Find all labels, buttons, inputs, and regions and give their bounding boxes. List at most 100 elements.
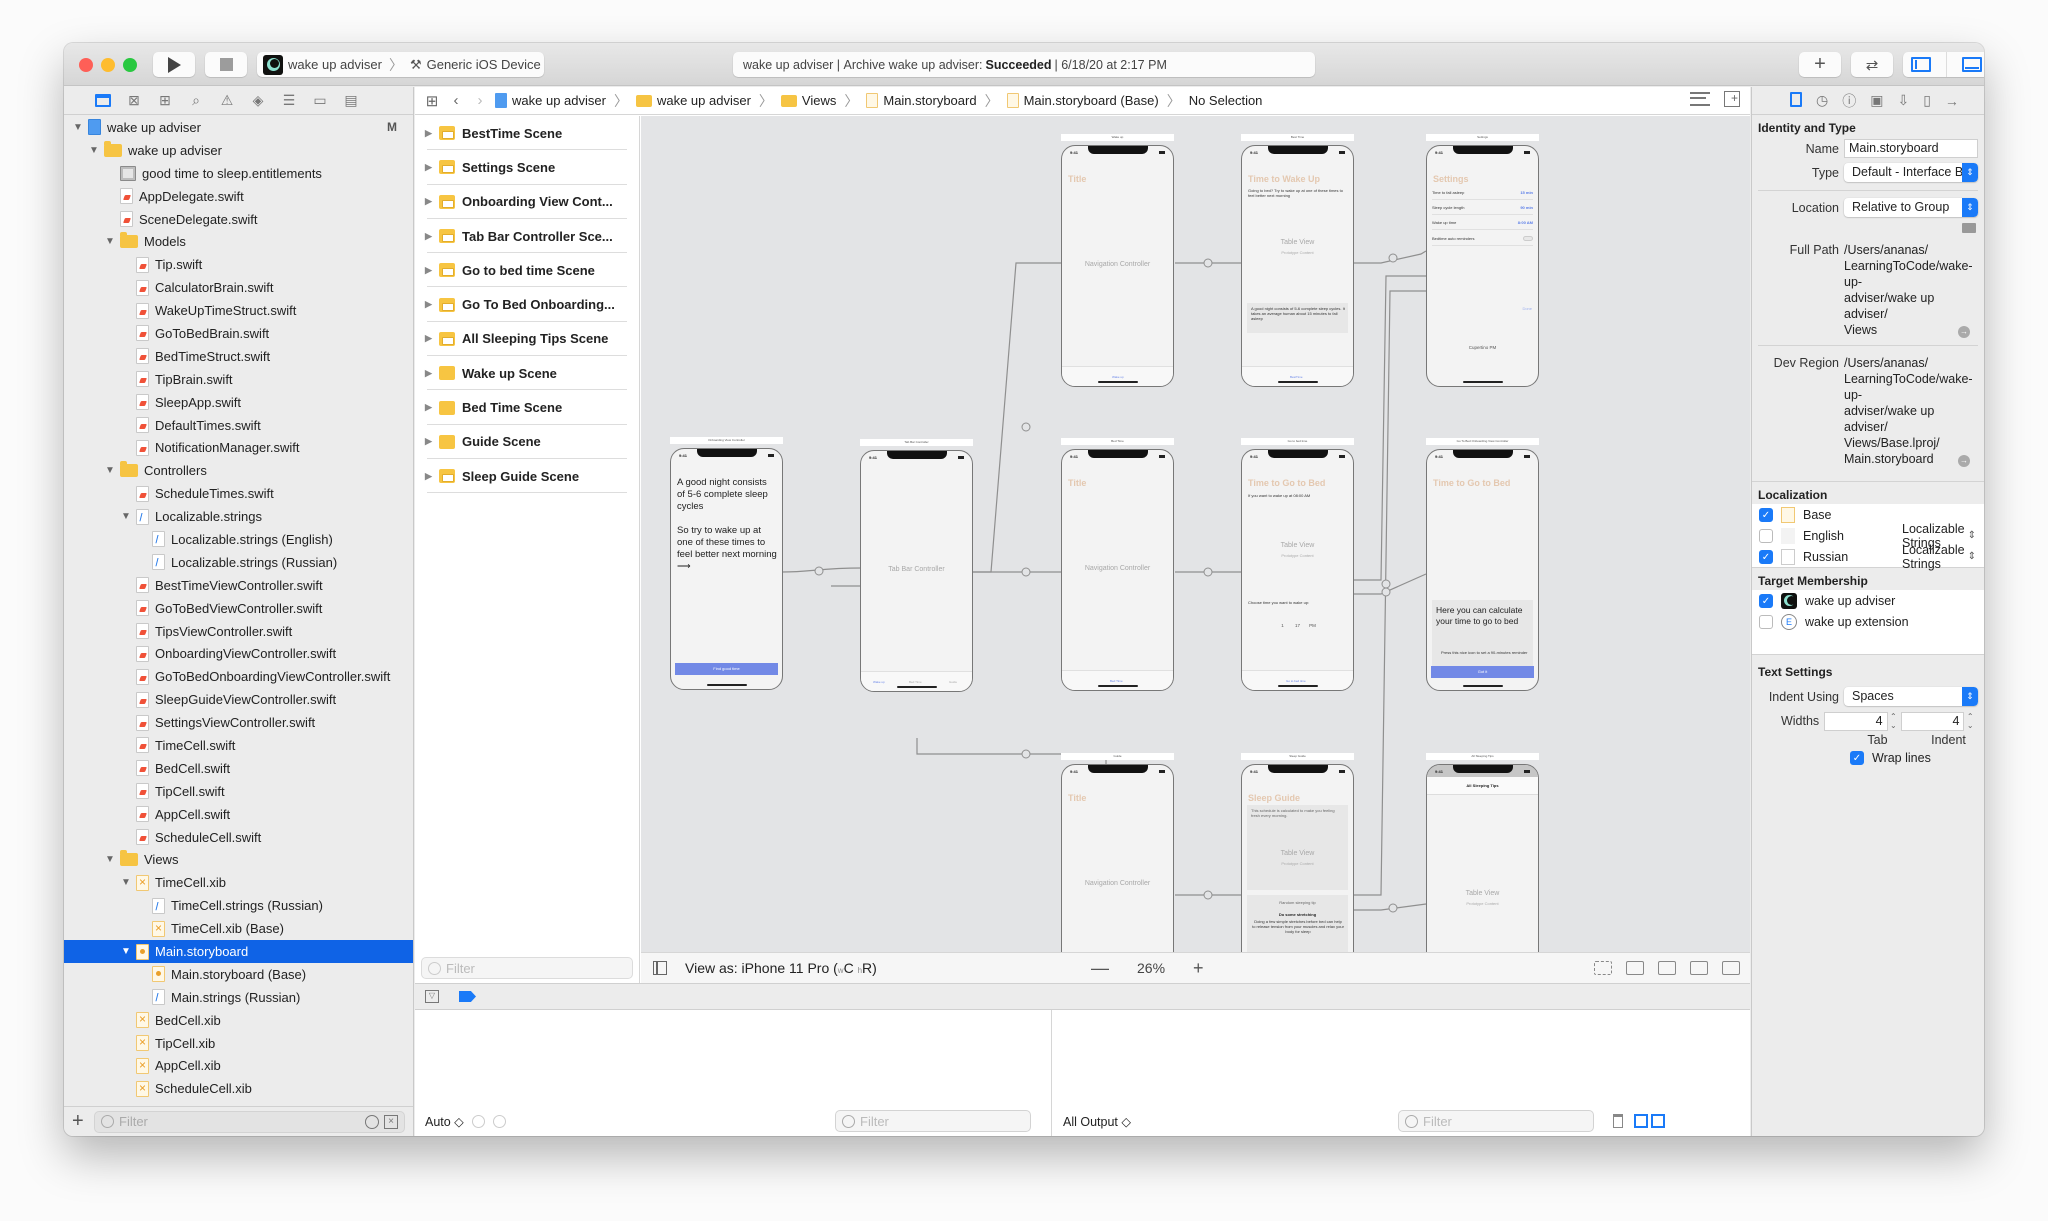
add-editor-pane-icon[interactable]: + (1724, 91, 1740, 107)
tree-file[interactable]: ▼OnboardingViewController.swift (64, 642, 413, 665)
disclosure-triangle-icon[interactable]: ▶ (425, 231, 439, 242)
segue-icon[interactable] (1381, 587, 1391, 597)
outline-scene-item[interactable]: ▶ All Sleeping Tips Scene (415, 322, 639, 357)
issue-navigator-tab[interactable]: ⚠ (218, 92, 236, 110)
stop-button[interactable] (205, 52, 247, 77)
hide-debug-area-icon[interactable]: ▽ (425, 990, 439, 1003)
tree-file[interactable]: ▼GoToBedBrain.swift (64, 322, 413, 345)
info-icon[interactable] (492, 1114, 506, 1128)
outline-scene-item[interactable]: ▶ Go to bed time Scene (415, 253, 639, 288)
outline-scene-item[interactable]: ▶ Settings Scene (415, 150, 639, 185)
embed-in-stack-icon[interactable] (1626, 961, 1644, 975)
tree-file[interactable]: ▼CalculatorBrain.swift (64, 276, 413, 299)
outline-scene-item[interactable]: ▶ BestTime Scene (415, 116, 639, 151)
breakpoint-navigator-tab[interactable]: ▭ (311, 92, 329, 110)
breakpoints-toggle-icon[interactable] (459, 991, 476, 1002)
disclosure-triangle-icon[interactable]: ▶ (425, 265, 439, 276)
segue-icon[interactable] (1203, 890, 1213, 900)
variables-filter-input[interactable]: Filter (835, 1110, 1031, 1132)
tree-file[interactable]: ▼Main.strings (Russian) (64, 986, 413, 1009)
console-output-popup[interactable]: All Output ◇ (1063, 1114, 1131, 1129)
tree-file[interactable]: ▼ wake up adviser M (64, 116, 413, 139)
tree-file[interactable]: ▼SceneDelegate.swift (64, 208, 413, 231)
indent-using-popup[interactable]: Spaces ⇕ (1844, 687, 1978, 706)
tree-file[interactable]: ▼BedTimeStruct.swift (64, 345, 413, 368)
zoom-in-button[interactable]: + (1193, 958, 1204, 979)
reveal-in-finder-icon[interactable]: → (1958, 326, 1970, 338)
history-inspector-tab[interactable]: ◷ (1816, 92, 1828, 109)
outline-scene-item[interactable]: ▶ Bed Time Scene (415, 390, 639, 425)
size-inspector-tab[interactable]: ▯ (1923, 92, 1931, 109)
outline-scene-item[interactable]: ▶ Guide Scene (415, 425, 639, 460)
navigator-filter-input[interactable]: Filter × (94, 1110, 405, 1133)
quick-help-tab[interactable]: ⓘ (1842, 91, 1856, 111)
outline-scene-item[interactable]: ▶ Tab Bar Controller Sce... (415, 219, 639, 254)
show-variables-icon[interactable] (1634, 1114, 1648, 1128)
minimize-window-button[interactable] (101, 58, 115, 72)
source-control-tab[interactable]: ⊠ (125, 92, 143, 110)
breadcrumb-group[interactable]: wake up adviser (635, 93, 751, 108)
disclosure-triangle-icon[interactable]: ▶ (425, 436, 439, 447)
view-as-device-button[interactable]: View as: iPhone 11 Pro (wC hR) (685, 960, 877, 976)
disclosure-triangle-icon[interactable]: ▼ (88, 145, 100, 156)
attributes-inspector-tab[interactable]: ⇩ (1897, 92, 1909, 109)
tree-file[interactable]: ▼BedCell.xib (64, 1009, 413, 1032)
clear-console-icon[interactable] (1613, 1114, 1623, 1128)
tree-file[interactable]: ▼TipCell.swift (64, 780, 413, 803)
resolve-autolayout-icon[interactable] (1722, 961, 1740, 975)
breadcrumb-selection[interactable]: No Selection (1189, 93, 1263, 108)
scene-guide-nav[interactable]: Guide 9:41 Title Navigation Controller (1061, 753, 1174, 952)
segue-icon[interactable] (1021, 422, 1031, 432)
disclosure-triangle-icon[interactable]: ▶ (425, 299, 439, 310)
scene-all-sleeping-tips[interactable]: All Sleeping Tips 9:41 All Sleeping Tips… (1426, 753, 1539, 952)
scene-sleep-guide[interactable]: Sleep Guide 9:41 Sleep Guide This schedu… (1241, 753, 1354, 952)
report-navigator-tab[interactable]: ▤ (342, 92, 360, 110)
disclosure-triangle-icon[interactable]: ▼ (120, 511, 132, 522)
scheme-selector[interactable]: wake up adviser 〉 ⚒ Generic iOS Device (257, 52, 544, 77)
tree-file[interactable]: ▼Main.storyboard (Base) (64, 963, 413, 986)
close-window-button[interactable] (79, 58, 93, 72)
localization-checkbox[interactable]: ✓ (1759, 549, 1773, 564)
scene-wake-up-nav[interactable]: Wake up 9:41 Title Navigation Controller… (1061, 134, 1174, 387)
disclosure-triangle-icon[interactable]: ▶ (425, 471, 439, 482)
related-items-icon[interactable]: ⊞ (423, 92, 441, 110)
reveal-in-finder-icon[interactable]: → (1958, 455, 1970, 467)
tree-file[interactable]: ▼good time to sleep.entitlements (64, 162, 413, 185)
storyboard-canvas[interactable]: Onboarding View Controller 9:41 A good n… (641, 116, 1750, 952)
tree-file[interactable]: ▼TipsViewController.swift (64, 620, 413, 643)
scene-onboarding[interactable]: Onboarding View Controller 9:41 A good n… (670, 437, 783, 690)
scene-go-to-bed-onboarding[interactable]: Go To Bed Onboarding View Controller 9:4… (1426, 438, 1539, 691)
tree-group[interactable]: ▼ wake up adviser (64, 139, 413, 162)
tree-group[interactable]: ▼ Views (64, 849, 413, 872)
disclosure-triangle-icon[interactable]: ▶ (425, 402, 439, 413)
tree-file[interactable]: ▼TimeCell.strings (Russian) (64, 894, 413, 917)
toggle-debug-area-icon[interactable] (1962, 57, 1983, 72)
outline-scene-item[interactable]: ▶ Go To Bed Onboarding... (415, 287, 639, 323)
update-frames-icon[interactable] (1594, 961, 1612, 975)
back-button[interactable]: ‹ (447, 92, 465, 109)
disclosure-triangle-icon[interactable]: ▼ (104, 465, 116, 476)
run-button[interactable] (153, 52, 195, 77)
disclosure-triangle-icon[interactable]: ▼ (72, 122, 84, 133)
tree-file[interactable]: ▼ TimeCell.xib (64, 871, 413, 894)
tree-file[interactable]: ▼ Localizable.strings (64, 505, 413, 528)
disclosure-triangle-icon[interactable]: ▼ (104, 854, 116, 865)
disclosure-triangle-icon[interactable]: ▶ (425, 128, 439, 139)
tree-file[interactable]: ▼AppCell.xib (64, 1055, 413, 1078)
scheme-name[interactable]: wake up adviser (288, 57, 382, 72)
tree-group[interactable]: ▼ Controllers (64, 459, 413, 482)
breadcrumb-storyboard-base[interactable]: Main.storyboard (Base) (1006, 93, 1159, 108)
segue-icon[interactable] (1388, 253, 1398, 263)
disclosure-triangle-icon[interactable]: ▶ (425, 162, 439, 173)
tree-file[interactable]: ▼ScheduleTimes.swift (64, 482, 413, 505)
breadcrumb-storyboard[interactable]: Main.storyboard (866, 93, 977, 108)
indent-width-field[interactable]: 4 (1901, 711, 1965, 731)
tree-file[interactable]: ▼AppDelegate.swift (64, 185, 413, 208)
name-field[interactable]: Main.storyboard (1844, 139, 1978, 158)
code-review-button[interactable]: ⇄ (1851, 52, 1893, 77)
segue-icon[interactable] (1388, 903, 1398, 913)
destination-name[interactable]: Generic iOS Device (427, 57, 541, 72)
variables-scope-popup[interactable]: Auto ◇ (425, 1114, 464, 1129)
tree-file[interactable]: ▼BedCell.swift (64, 757, 413, 780)
disclosure-triangle-icon[interactable]: ▼ (120, 946, 132, 957)
